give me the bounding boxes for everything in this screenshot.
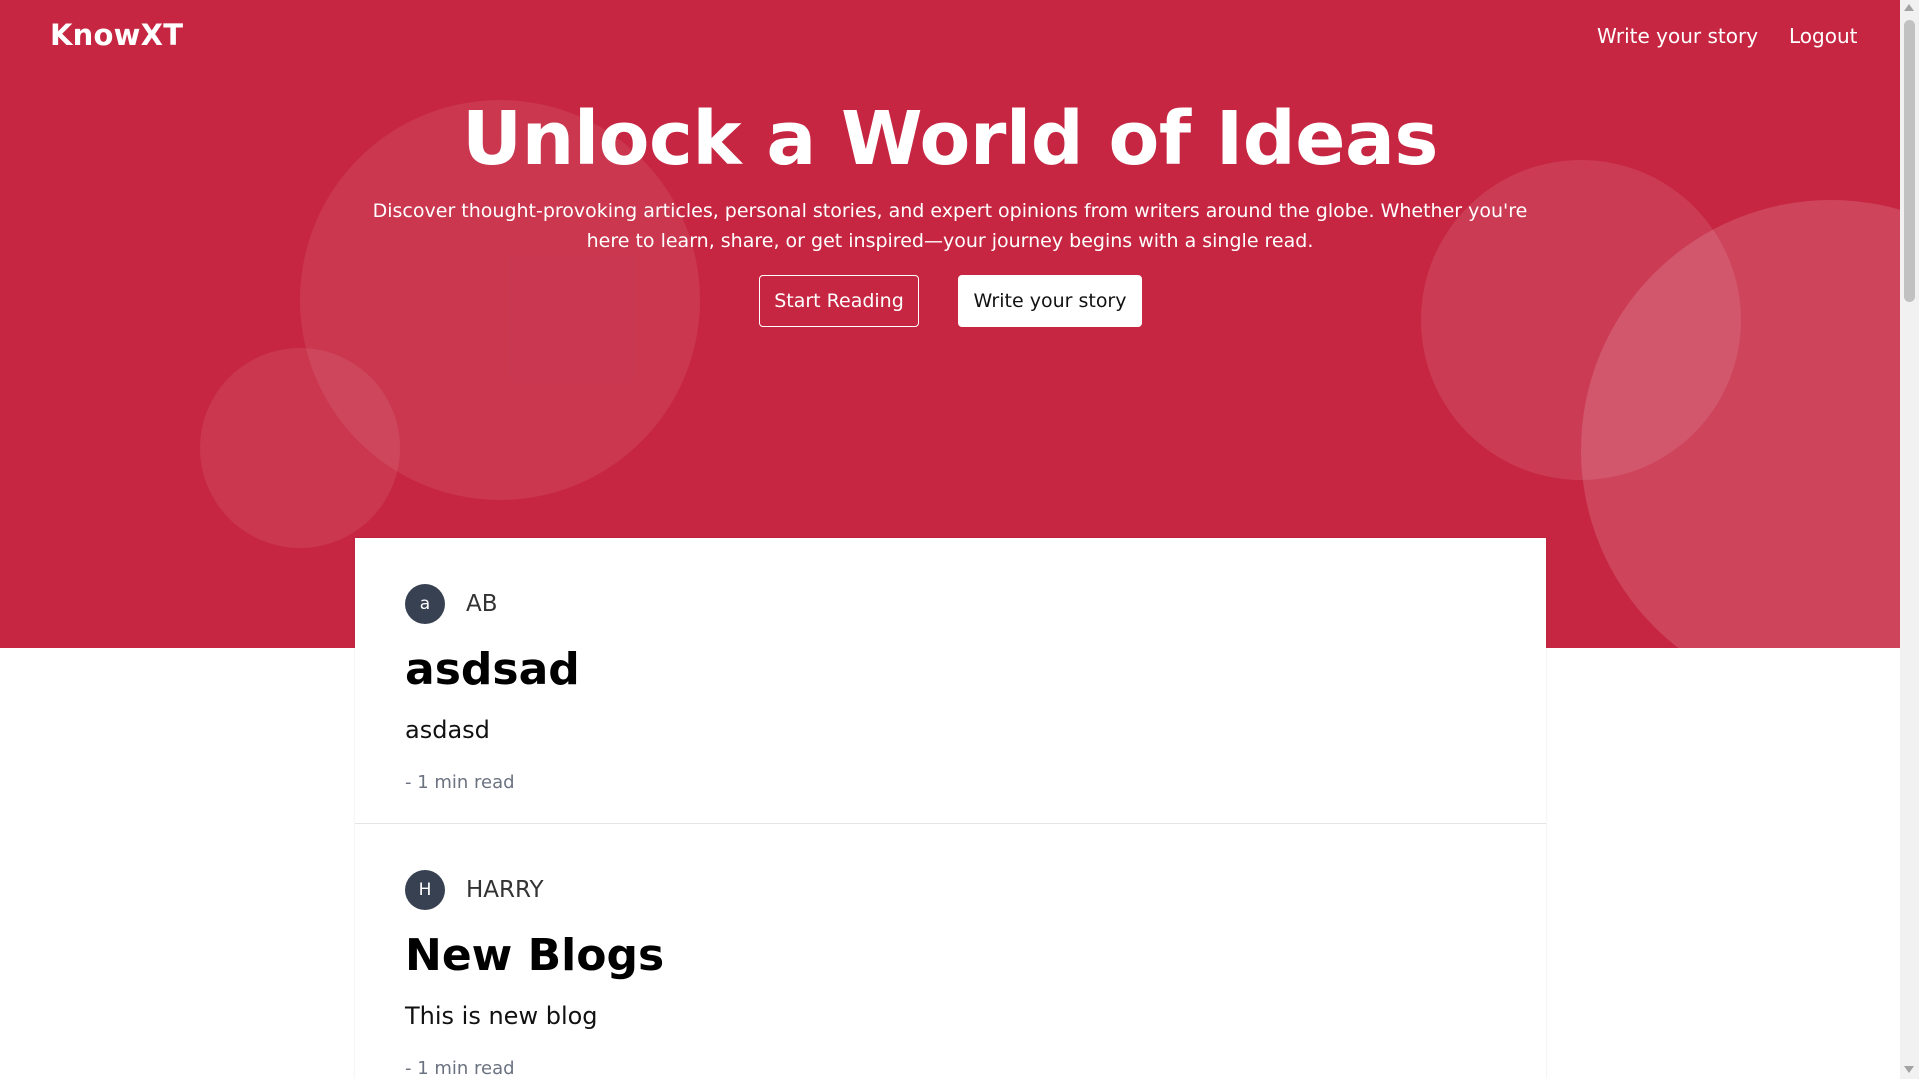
post-feed: a AB asdsad asdasd - 1 min read H HARRY …	[355, 538, 1546, 1079]
write-story-button[interactable]: Write your story	[958, 275, 1142, 327]
brand-logo[interactable]: KnowXT	[50, 18, 183, 52]
hero-subtitle: Discover thought-provoking articles, per…	[372, 200, 1528, 252]
scroll-down-arrow-icon[interactable]	[1904, 1066, 1914, 1073]
post-card[interactable]: a AB asdsad asdasd - 1 min read	[355, 538, 1546, 824]
start-reading-button[interactable]: Start Reading	[759, 275, 919, 327]
nav-logout-link[interactable]: Logout	[1789, 24, 1857, 48]
hero-title: Unlock a World of Ideas	[462, 96, 1438, 182]
navbar: KnowXT Write your story Logout	[0, 0, 1900, 72]
post-excerpt: This is new blog	[405, 1002, 598, 1030]
author-name: HARRY	[466, 877, 544, 903]
nav-write-story-link[interactable]: Write your story	[1597, 24, 1758, 48]
author-row: H HARRY	[405, 870, 544, 910]
read-time: - 1 min read	[405, 1058, 515, 1079]
avatar: H	[405, 870, 445, 910]
scrollbar-thumb[interactable]	[1904, 20, 1915, 302]
author-row: a AB	[405, 584, 498, 624]
page-scrollbar[interactable]	[1900, 0, 1919, 1079]
decorative-circle	[200, 348, 400, 548]
author-name: AB	[466, 591, 498, 617]
post-title[interactable]: asdsad	[405, 644, 580, 695]
avatar: a	[405, 584, 445, 624]
scroll-up-arrow-icon[interactable]	[1904, 4, 1914, 11]
post-excerpt: asdasd	[405, 716, 490, 744]
read-time: - 1 min read	[405, 772, 515, 793]
post-title[interactable]: New Blogs	[405, 930, 664, 981]
post-card[interactable]: H HARRY New Blogs This is new blog - 1 m…	[355, 824, 1546, 1079]
